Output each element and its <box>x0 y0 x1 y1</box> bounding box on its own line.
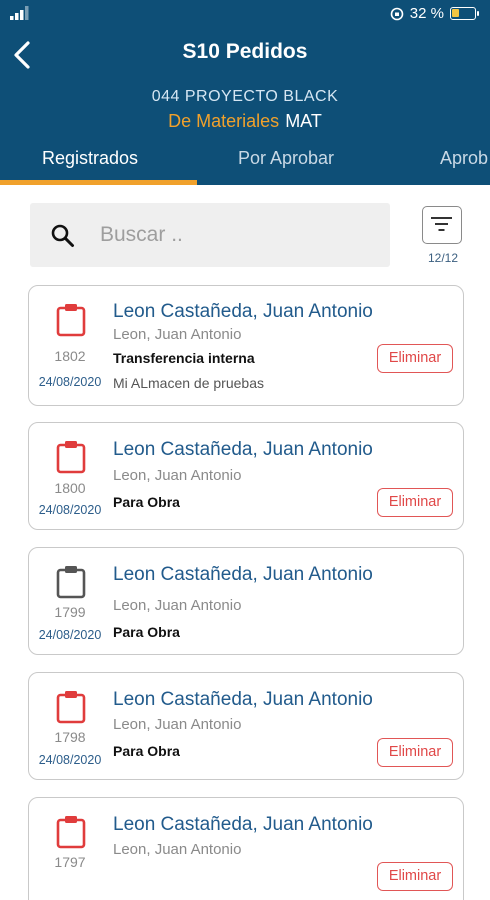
order-type: Para Obra <box>113 743 180 759</box>
search-input[interactable] <box>100 215 380 255</box>
order-number: 1802 <box>54 348 86 364</box>
order-date: 24/08/2020 <box>38 628 102 642</box>
project-category: De Materiales <box>168 111 280 131</box>
delete-button[interactable]: Eliminar <box>377 862 453 891</box>
battery-percent: 32 % <box>409 5 444 22</box>
clipboard-icon <box>56 441 86 474</box>
order-requester: Leon, Juan Antonio <box>113 467 242 484</box>
order-date: 24/08/2020 <box>38 503 102 517</box>
tab-bar: Registrados Por Aprobar Aprob <box>0 140 490 185</box>
order-requester: Leon, Juan Antonio <box>113 597 242 614</box>
search-icon <box>51 224 74 247</box>
order-requester: Leon, Juan Antonio <box>113 841 242 858</box>
order-name: Leon Castañeda, Juan Antonio <box>113 814 373 835</box>
order-requester: Leon, Juan Antonio <box>113 716 242 733</box>
filter-count: 12/12 <box>427 251 459 265</box>
tab-aprobados[interactable]: Aprob <box>440 148 488 169</box>
order-number: 1797 <box>54 854 86 870</box>
order-card[interactable]: 1800 24/08/2020 Leon Castañeda, Juan Ant… <box>28 422 464 530</box>
app-header: 32 % S10 Pedidos 044 PROYECTO BLACK De M… <box>0 0 490 185</box>
order-name: Leon Castañeda, Juan Antonio <box>113 689 373 710</box>
order-card[interactable]: 1797 Leon Castañeda, Juan Antonio Leon, … <box>28 797 464 900</box>
battery-icon <box>450 7 479 20</box>
order-name: Leon Castañeda, Juan Antonio <box>113 564 373 585</box>
clipboard-icon <box>56 691 86 724</box>
tab-registrados[interactable]: Registrados <box>42 148 138 169</box>
project-code: MAT <box>285 111 322 131</box>
order-name: Leon Castañeda, Juan Antonio <box>113 301 373 322</box>
project-subline: De Materiales MAT <box>0 111 490 132</box>
filter-icon <box>431 217 452 231</box>
order-name: Leon Castañeda, Juan Antonio <box>113 439 373 460</box>
order-card[interactable]: 1798 24/08/2020 Leon Castañeda, Juan Ant… <box>28 672 464 780</box>
order-type: Transferencia interna <box>113 350 255 366</box>
order-date: 24/08/2020 <box>38 753 102 767</box>
search-bar <box>30 203 390 267</box>
project-name: 044 PROYECTO BLACK <box>151 88 339 105</box>
delete-button[interactable]: Eliminar <box>377 738 453 767</box>
orientation-lock-icon <box>390 7 404 20</box>
page-title: S10 Pedidos <box>182 40 308 63</box>
order-warehouse: Mi ALmacen de pruebas <box>113 375 264 391</box>
order-card[interactable]: 1802 24/08/2020 Leon Castañeda, Juan Ant… <box>28 285 464 406</box>
filter-button[interactable] <box>422 206 462 244</box>
order-type: Para Obra <box>113 494 180 510</box>
order-number: 1799 <box>54 604 86 620</box>
order-requester: Leon, Juan Antonio <box>113 326 242 343</box>
clipboard-icon <box>56 566 86 599</box>
order-number: 1798 <box>54 729 86 745</box>
delete-button[interactable]: Eliminar <box>377 344 453 373</box>
clipboard-icon <box>56 816 86 849</box>
status-right: 32 % <box>390 5 479 22</box>
clipboard-icon <box>56 304 86 337</box>
delete-button[interactable]: Eliminar <box>377 488 453 517</box>
tab-por-aprobar[interactable]: Por Aprobar <box>238 148 334 169</box>
order-number: 1800 <box>54 480 86 496</box>
active-tab-indicator <box>0 180 197 185</box>
battery-level <box>452 9 459 17</box>
status-bar: 32 % <box>0 0 490 30</box>
order-card[interactable]: 1799 24/08/2020 Leon Castañeda, Juan Ant… <box>28 547 464 655</box>
order-date: 24/08/2020 <box>38 375 102 389</box>
order-type: Para Obra <box>113 624 180 640</box>
signal-icon <box>10 6 29 20</box>
